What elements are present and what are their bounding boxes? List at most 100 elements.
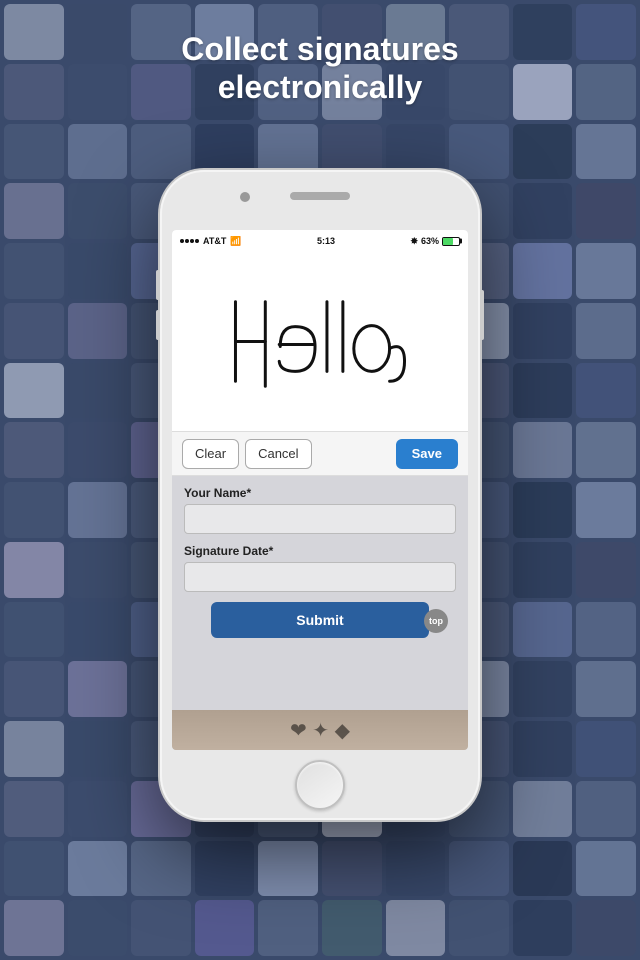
mosaic-tile <box>68 661 128 717</box>
mosaic-tile <box>4 303 64 359</box>
name-input[interactable] <box>184 504 456 534</box>
mosaic-tile <box>68 721 128 777</box>
battery-tip <box>460 239 462 244</box>
signal-dot-1 <box>180 239 184 243</box>
battery-fill <box>443 238 453 245</box>
power-button <box>480 290 484 340</box>
home-button[interactable] <box>295 760 345 810</box>
bluetooth-icon: ✸ <box>410 236 418 247</box>
save-button[interactable]: Save <box>396 439 458 469</box>
mosaic-tile <box>576 841 636 897</box>
mosaic-tile <box>68 183 128 239</box>
mosaic-tile <box>449 900 509 956</box>
mosaic-tile <box>513 841 573 897</box>
bottom-strip: ❤ ✦ ◆ <box>172 710 468 750</box>
mosaic-tile <box>513 542 573 598</box>
mosaic-tile <box>68 781 128 837</box>
mosaic-tile <box>513 303 573 359</box>
mosaic-tile <box>4 243 64 299</box>
mosaic-tile <box>68 422 128 478</box>
date-input[interactable] <box>184 562 456 592</box>
signal-dot-4 <box>195 239 199 243</box>
status-bar: AT&T 📶 5:13 ✸ 63% <box>172 230 468 252</box>
mosaic-tile <box>513 183 573 239</box>
battery-pct: 63% <box>421 236 439 246</box>
carrier-label: AT&T <box>203 236 226 246</box>
mosaic-tile <box>513 721 573 777</box>
mosaic-tile <box>4 363 64 419</box>
mosaic-tile <box>68 243 128 299</box>
name-label: Your Name* <box>184 486 456 500</box>
mosaic-tile <box>513 602 573 658</box>
phone-screen: AT&T 📶 5:13 ✸ 63% <box>172 230 468 750</box>
date-label: Signature Date* <box>184 544 456 558</box>
signal-dot-3 <box>190 239 194 243</box>
form-area: Your Name* Signature Date* Submit top <box>172 476 468 710</box>
mosaic-tile <box>576 363 636 419</box>
phone-mockup: AT&T 📶 5:13 ✸ 63% <box>160 170 480 820</box>
mosaic-tile <box>4 124 64 180</box>
mosaic-tile <box>576 900 636 956</box>
mosaic-tile <box>576 482 636 538</box>
earpiece-speaker <box>290 192 350 200</box>
mosaic-tile <box>513 363 573 419</box>
mosaic-tile <box>4 602 64 658</box>
wifi-icon: 📶 <box>230 236 241 247</box>
mosaic-tile <box>513 661 573 717</box>
mosaic-tile <box>68 841 128 897</box>
mosaic-tile <box>4 661 64 717</box>
mosaic-tile <box>195 841 255 897</box>
mosaic-tile <box>576 243 636 299</box>
battery-icon <box>442 237 460 246</box>
front-camera <box>240 192 250 202</box>
header-line1: Collect signatures <box>0 30 640 68</box>
mosaic-tile <box>513 900 573 956</box>
mosaic-tile <box>513 243 573 299</box>
mosaic-tile <box>576 542 636 598</box>
mosaic-tile <box>513 422 573 478</box>
mosaic-tile <box>68 124 128 180</box>
mosaic-tile <box>576 661 636 717</box>
status-time: 5:13 <box>317 236 335 246</box>
mosaic-tile <box>4 900 64 956</box>
phone-top-bar <box>160 170 480 230</box>
mosaic-tile <box>4 542 64 598</box>
cancel-button[interactable]: Cancel <box>245 439 311 469</box>
mosaic-tile <box>4 841 64 897</box>
mosaic-tile <box>68 900 128 956</box>
mosaic-tile <box>513 124 573 180</box>
volume-up-button <box>156 270 160 300</box>
header-line2: electronically <box>0 68 640 106</box>
mosaic-tile <box>131 900 191 956</box>
mosaic-tile <box>576 602 636 658</box>
mosaic-tile <box>322 900 382 956</box>
signal-dot-2 <box>185 239 189 243</box>
mosaic-tile <box>576 183 636 239</box>
header-text: Collect signatures electronically <box>0 30 640 107</box>
mosaic-tile <box>576 124 636 180</box>
mosaic-tile <box>68 602 128 658</box>
mosaic-tile <box>131 841 191 897</box>
mosaic-tile <box>68 363 128 419</box>
mosaic-tile <box>449 841 509 897</box>
mosaic-tile <box>68 542 128 598</box>
mosaic-tile <box>386 900 446 956</box>
mosaic-tile <box>195 900 255 956</box>
mosaic-tile <box>513 781 573 837</box>
signal-bars <box>180 239 199 243</box>
mosaic-tile <box>4 482 64 538</box>
mosaic-tile <box>258 841 318 897</box>
mosaic-tile <box>576 303 636 359</box>
phone-bottom <box>295 750 345 820</box>
mosaic-tile <box>513 482 573 538</box>
volume-down-button <box>156 310 160 340</box>
mosaic-tile <box>68 482 128 538</box>
strip-pattern: ❤ ✦ ◆ <box>290 718 350 743</box>
mosaic-tile <box>576 781 636 837</box>
clear-button[interactable]: Clear <box>182 439 239 469</box>
submit-button[interactable]: Submit <box>211 602 429 638</box>
mosaic-tile <box>322 841 382 897</box>
signature-pad[interactable] <box>172 252 468 432</box>
mosaic-tile <box>4 183 64 239</box>
mosaic-tile <box>4 422 64 478</box>
